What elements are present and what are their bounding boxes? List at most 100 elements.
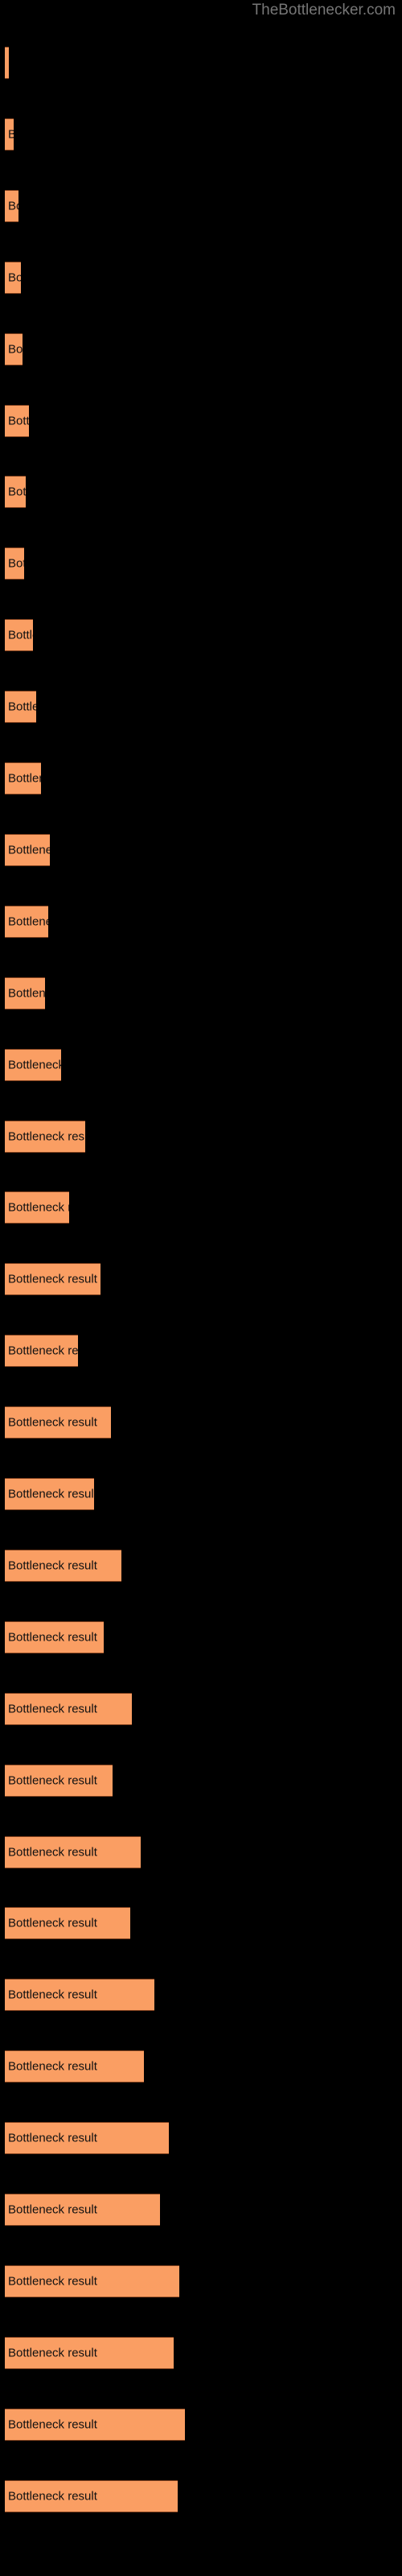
bar-label-clip: Bottleneck result bbox=[5, 190, 18, 222]
bar-label: Bottleneck result bbox=[8, 1200, 69, 1215]
bar-label: Bottleneck result bbox=[8, 1916, 97, 1930]
bar-label: Bottleneck result bbox=[8, 2417, 97, 2432]
bar-row: Bottleneck result bbox=[0, 189, 402, 222]
bar-label-clip: Bottleneck result bbox=[5, 1049, 61, 1081]
bar-row: Bottleneck result bbox=[0, 833, 402, 866]
bar-label: Bottleneck result bbox=[8, 485, 26, 499]
bar-label: Bottleneck result bbox=[8, 628, 33, 642]
bar-row: Bottleneck result bbox=[0, 762, 402, 795]
bar-row: Bottleneck result bbox=[0, 2122, 402, 2155]
bar-row: Bottleneck result bbox=[0, 1478, 402, 1510]
bar-label: Bottleneck result bbox=[8, 270, 21, 285]
bar-label-clip: Bottleneck result bbox=[5, 977, 45, 1009]
bar-label-clip: Bottleneck result bbox=[5, 1550, 121, 1582]
bar-label-clip: Bottleneck result bbox=[5, 2265, 179, 2297]
bar-label-clip: Bottleneck result bbox=[5, 1836, 141, 1868]
bar-row: Bottleneck result bbox=[0, 1191, 402, 1224]
bar-label-clip: Bottleneck result bbox=[5, 405, 29, 437]
bar-row: Bottleneck result bbox=[0, 1764, 402, 1797]
bar-row: Bottleneck result bbox=[0, 1979, 402, 2012]
bar-row: Bottleneck result bbox=[0, 332, 402, 365]
bar-label-clip: Bottleneck result bbox=[5, 2409, 185, 2441]
bar-label-clip: Bottleneck result bbox=[5, 2122, 169, 2154]
bar-label-clip: Bottleneck result bbox=[5, 1263, 100, 1295]
bar-label: Bottleneck result bbox=[8, 1773, 97, 1788]
bar-row: Bottleneck result bbox=[0, 2194, 402, 2226]
bar-label: Bottleneck result bbox=[8, 56, 9, 70]
bar-row: Bottleneck result bbox=[0, 619, 402, 652]
bar-label: Bottleneck result bbox=[8, 2131, 97, 2145]
bar-row: Bottleneck result bbox=[0, 118, 402, 151]
bar-label-clip: Bottleneck result bbox=[5, 1478, 94, 1510]
bar-row: Bottleneck result bbox=[0, 1907, 402, 1940]
bar-label-clip: Bottleneck result bbox=[5, 1621, 104, 1653]
bar-label: Bottleneck result bbox=[8, 2489, 97, 2504]
bar-label: Bottleneck result bbox=[8, 1129, 85, 1143]
bar-row: Bottleneck result bbox=[0, 976, 402, 1009]
bar-row: Bottleneck result bbox=[0, 1048, 402, 1081]
bar-row: Bottleneck result bbox=[0, 2336, 402, 2369]
bar-label-clip: Bottleneck result bbox=[5, 2337, 174, 2369]
bar-row: Bottleneck result bbox=[0, 1406, 402, 1439]
bar-label-clip: Bottleneck result bbox=[5, 547, 24, 580]
bar-label-clip: Bottleneck result bbox=[5, 762, 41, 795]
bar-row: Bottleneck result bbox=[0, 1335, 402, 1368]
bar-label-clip: Bottleneck result bbox=[5, 118, 14, 151]
bar-row: Bottleneck result bbox=[0, 2408, 402, 2441]
bar-label: Bottleneck result bbox=[8, 1702, 97, 1716]
bar-label: Bottleneck result bbox=[8, 2059, 97, 2074]
bar-label: Bottleneck result bbox=[8, 1845, 97, 1859]
bar-label-clip: Bottleneck result bbox=[5, 262, 21, 294]
bar-label-clip: Bottleneck result bbox=[5, 333, 23, 365]
bar-label-clip: Bottleneck result bbox=[5, 2480, 178, 2512]
bar-label-clip: Bottleneck result bbox=[5, 1406, 111, 1439]
bar-label: Bottleneck result bbox=[8, 1988, 97, 2002]
bar-label-clip: Bottleneck result bbox=[5, 1121, 85, 1153]
bar-label-clip: Bottleneck result bbox=[5, 1335, 78, 1367]
bar-label-clip: Bottleneck result bbox=[5, 834, 50, 866]
bar-label-clip: Bottleneck result bbox=[5, 1191, 69, 1224]
bar-label: Bottleneck result bbox=[8, 127, 14, 142]
bar-label: Bottleneck result bbox=[8, 414, 29, 427]
bar-row: Bottleneck result bbox=[0, 261, 402, 294]
bar-label: Bottleneck result bbox=[8, 914, 48, 929]
bar-row: Bottleneck result bbox=[0, 547, 402, 580]
bar-row: Bottleneck result bbox=[0, 2050, 402, 2083]
bar-label: Bottleneck result bbox=[8, 1630, 97, 1645]
bar-label: Bottleneck result bbox=[8, 700, 36, 714]
bar-label: Bottleneck result bbox=[8, 2274, 97, 2289]
bar-row: Bottleneck result bbox=[0, 1263, 402, 1296]
bar-row: Bottleneck result bbox=[0, 1692, 402, 1725]
bar-label: Bottleneck result bbox=[8, 771, 41, 786]
bar-label: Bottleneck result bbox=[8, 2346, 97, 2360]
bar-label-clip: Bottleneck result bbox=[5, 1979, 154, 2011]
bar-label: Bottleneck result bbox=[8, 843, 50, 857]
bar-row: Bottleneck result bbox=[0, 691, 402, 724]
bar-row: Bottleneck result bbox=[0, 47, 402, 79]
bar-label: Bottleneck result bbox=[8, 342, 23, 357]
bar-row: Bottleneck result bbox=[0, 1835, 402, 1868]
bar-label-clip: Bottleneck result bbox=[5, 2194, 160, 2226]
chart-root: TheBottlenecker.com Bottleneck resultBot… bbox=[0, 0, 402, 2576]
bar-label: Bottleneck result bbox=[8, 1487, 94, 1501]
bar-label: Bottleneck result bbox=[8, 1272, 97, 1286]
bar-label-clip: Bottleneck result bbox=[5, 1765, 113, 1797]
bar-row: Bottleneck result bbox=[0, 2479, 402, 2512]
bar-label-clip: Bottleneck result bbox=[5, 691, 36, 723]
bar-row: Bottleneck result bbox=[0, 476, 402, 509]
bar-label: Bottleneck result bbox=[8, 986, 45, 1001]
bar-label: Bottleneck result bbox=[8, 2202, 97, 2217]
bar-label: Bottleneck result bbox=[8, 556, 24, 571]
bar-label-clip: Bottleneck result bbox=[5, 906, 48, 938]
bar-label: Bottleneck result bbox=[8, 1558, 97, 1573]
bar-label: Bottleneck result bbox=[8, 1058, 61, 1072]
bar-chart-plot-area: Bottleneck result Bottleneck result Bottle… bbox=[0, 0, 402, 2576]
bar-label-clip: Bottleneck result bbox=[5, 619, 33, 651]
bar-label-clip: Bottleneck result bbox=[5, 47, 9, 79]
bar-row: Bottleneck result bbox=[0, 1120, 402, 1153]
bar-label-clip: Bottleneck result bbox=[5, 2050, 144, 2083]
bar-label-clip: Bottleneck result bbox=[5, 1693, 132, 1725]
bar-row: Bottleneck result bbox=[0, 404, 402, 437]
bar-label-clip: Bottleneck result bbox=[5, 476, 26, 508]
bar-label: Bottleneck result bbox=[8, 1344, 78, 1358]
